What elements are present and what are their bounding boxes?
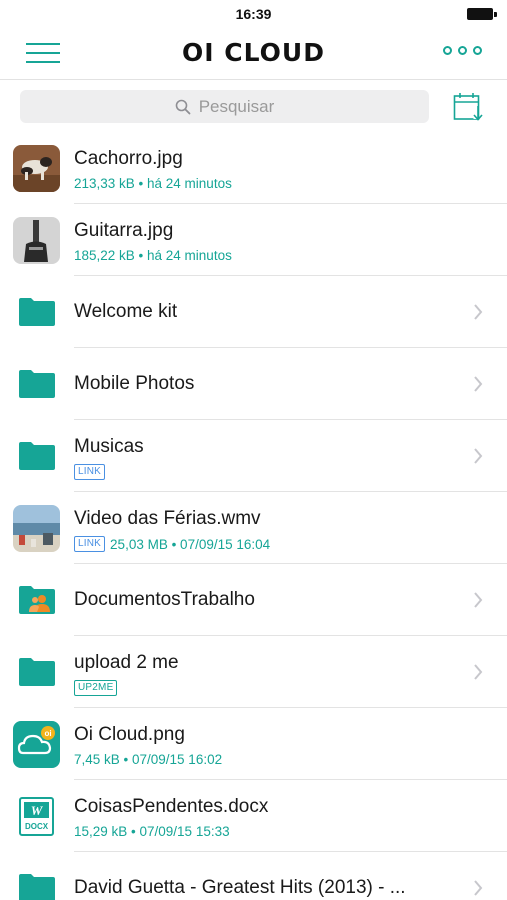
folder-name: Welcome kit	[74, 301, 178, 322]
svg-text:oi: oi	[44, 729, 51, 738]
list-item[interactable]: Mobile Photos	[0, 348, 507, 420]
svg-text:W: W	[31, 803, 44, 818]
file-meta: UP2ME	[74, 680, 122, 696]
folder-icon	[19, 442, 55, 470]
app-title: OI CLOUD	[182, 38, 325, 67]
link-badge: LINK	[74, 536, 106, 552]
file-name: Oi Cloud.png	[74, 724, 185, 745]
file-meta: LINK	[74, 464, 110, 480]
list-item[interactable]: Musicas LINK	[0, 420, 507, 492]
file-name: Video das Férias.wmv	[74, 508, 261, 529]
oi-cloud-logo-thumbnail: oi	[13, 721, 60, 768]
more-options-icon[interactable]	[443, 44, 483, 58]
file-name: Cachorro.jpg	[74, 148, 183, 169]
link-badge: LINK	[74, 464, 106, 480]
list-item[interactable]: upload 2 me UP2ME	[0, 636, 507, 708]
search-input[interactable]: Pesquisar	[20, 90, 429, 123]
beach-video-thumbnail	[13, 505, 60, 552]
file-meta-text: 185,22 kB • há 24 minutos	[74, 248, 232, 263]
chevron-right-icon	[473, 880, 483, 896]
folder-icon	[19, 298, 55, 326]
search-icon	[175, 99, 191, 115]
list-item[interactable]: oi Oi Cloud.png 7,45 kB • 07/09/15 16:02	[0, 708, 507, 780]
file-meta-text: 7,45 kB • 07/09/15 16:02	[74, 752, 223, 767]
chevron-right-icon	[473, 304, 483, 320]
dog-photo-thumbnail	[13, 145, 60, 192]
list-item[interactable]: Welcome kit	[0, 276, 507, 348]
file-meta: 15,29 kB • 07/09/15 15:33	[74, 824, 230, 839]
guitar-photo-thumbnail	[13, 217, 60, 264]
list-item[interactable]: David Guetta - Greatest Hits (2013) - ..…	[0, 852, 507, 900]
folder-icon	[19, 370, 55, 398]
folder-name: Musicas	[74, 436, 144, 457]
status-time: 16:39	[235, 6, 272, 22]
chevron-right-icon	[473, 376, 483, 392]
file-meta: 185,22 kB • há 24 minutos	[74, 248, 232, 263]
file-meta-text: 25,03 MB • 07/09/15 16:04	[110, 536, 271, 552]
calendar-sort-icon[interactable]	[453, 92, 485, 122]
navigation-bar: OI CLOUD	[0, 28, 507, 80]
file-meta: LINK 25,03 MB • 07/09/15 16:04	[74, 536, 270, 552]
list-item[interactable]: Video das Férias.wmv LINK 25,03 MB • 07/…	[0, 492, 507, 564]
svg-text:DOCX: DOCX	[25, 822, 49, 831]
folder-name: David Guetta - Greatest Hits (2013) - ..…	[74, 877, 406, 898]
list-item[interactable]: Cachorro.jpg 213,33 kB • há 24 minutos	[0, 132, 507, 204]
folder-name: DocumentosTrabalho	[74, 589, 255, 610]
status-bar: 16:39	[0, 0, 507, 28]
chevron-right-icon	[473, 592, 483, 608]
shared-folder-icon	[19, 586, 55, 614]
file-list: Cachorro.jpg 213,33 kB • há 24 minutos G…	[0, 132, 507, 900]
file-meta: 213,33 kB • há 24 minutos	[74, 176, 232, 191]
file-meta-text: 213,33 kB • há 24 minutos	[74, 176, 232, 191]
file-name: CoisasPendentes.docx	[74, 796, 269, 817]
file-meta: 7,45 kB • 07/09/15 16:02	[74, 752, 222, 767]
list-item[interactable]: DocumentosTrabalho	[0, 564, 507, 636]
file-meta-text: 15,29 kB • 07/09/15 15:33	[74, 824, 230, 839]
chevron-right-icon	[473, 448, 483, 464]
folder-icon	[19, 658, 55, 686]
list-item[interactable]: W DOCX CoisasPendentes.docx 15,29 kB • 0…	[0, 780, 507, 852]
folder-name: upload 2 me	[74, 652, 179, 673]
folder-icon	[19, 874, 55, 900]
docx-icon: W DOCX	[13, 793, 60, 840]
search-row: Pesquisar	[0, 80, 507, 132]
up2me-badge: UP2ME	[74, 680, 118, 696]
chevron-right-icon	[473, 664, 483, 680]
file-name: Guitarra.jpg	[74, 220, 174, 241]
list-item[interactable]: Guitarra.jpg 185,22 kB • há 24 minutos	[0, 204, 507, 276]
folder-name: Mobile Photos	[74, 373, 195, 394]
search-placeholder: Pesquisar	[198, 96, 275, 116]
battery-icon	[467, 8, 497, 20]
